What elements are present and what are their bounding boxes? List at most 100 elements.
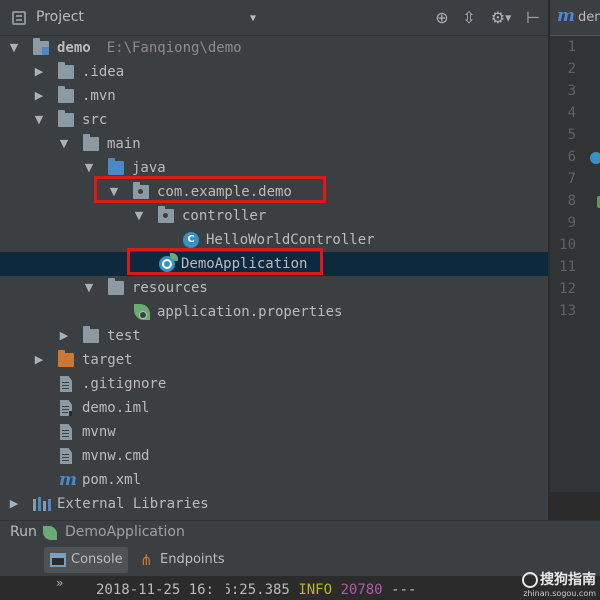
line-number: 3: [567, 83, 576, 99]
expand-output-icon[interactable]: »: [56, 576, 63, 590]
tab-label: Endpoints: [160, 552, 225, 567]
resources-folder-icon: [108, 278, 124, 295]
tree-item-mvnw-cmd[interactable]: mvnw.cmd: [0, 444, 548, 468]
collapsed-arrow-icon[interactable]: ▶: [57, 324, 71, 348]
tree-item-target[interactable]: ▶ target: [0, 348, 548, 372]
tree-item-label: test: [107, 328, 141, 344]
panel-toolbar: ⊕ ⇳ ⚙▼ ⊢: [430, 0, 548, 36]
line-number: 13: [559, 303, 576, 319]
tree-item-demo[interactable]: ▼ demo E:\Fanqiong\demo: [0, 36, 548, 60]
expanded-arrow-icon[interactable]: ▼: [82, 276, 96, 300]
expanded-arrow-icon[interactable]: ▼: [57, 132, 71, 156]
spring-properties-icon: [134, 304, 150, 320]
line-number: 9: [567, 215, 576, 231]
highlight-demoapplication-box: [127, 248, 323, 275]
endpoints-icon: ⋔: [140, 551, 153, 569]
locate-icon[interactable]: ⊕: [430, 6, 454, 30]
folder-icon: [58, 62, 74, 79]
folder-icon: [83, 326, 99, 343]
console-icon: [50, 553, 66, 567]
log-timestamp: 2018-11-25 16:16:25.385: [96, 582, 290, 598]
log-separator: ---: [391, 582, 417, 598]
run-configuration-name[interactable]: DemoApplication: [65, 524, 185, 540]
tree-item-pom-xml[interactable]: m pom.xml: [0, 468, 548, 492]
module-folder-icon: [33, 38, 49, 55]
collapsed-arrow-icon[interactable]: ▶: [32, 348, 46, 372]
tree-item-label: src: [82, 112, 108, 128]
view-dropdown-icon[interactable]: ▼: [250, 13, 256, 24]
text-file-icon: [60, 376, 72, 392]
tree-item-mvnw[interactable]: mvnw: [0, 420, 548, 444]
expanded-arrow-icon[interactable]: ▼: [32, 108, 46, 132]
tab-endpoints[interactable]: ⋔ Endpoints: [134, 547, 238, 573]
folder-icon: [58, 86, 74, 103]
tab-console[interactable]: Console: [44, 547, 128, 573]
tree-item-label: controller: [182, 208, 267, 224]
tree-item-demo-iml[interactable]: demo.iml: [0, 396, 548, 420]
watermark-url: zhinan.sogou.com: [523, 589, 596, 598]
settings-icon[interactable]: ⚙▼: [484, 6, 518, 30]
run-toolwindow-header: Run DemoApplication: [0, 520, 600, 544]
collapse-all-icon[interactable]: ⇳: [457, 6, 481, 30]
tree-item-mvn[interactable]: ▶ .mvn: [0, 84, 548, 108]
tree-item-main[interactable]: ▼ main: [0, 132, 548, 156]
maven-icon: m: [59, 470, 77, 490]
folder-icon: [83, 134, 99, 151]
tree-item-label: External Libraries: [57, 496, 209, 512]
tree-item-resources[interactable]: ▼ resources: [0, 276, 548, 300]
tree-item-label: application.properties: [157, 304, 343, 320]
tree-item-test[interactable]: ▶ test: [0, 324, 548, 348]
folder-icon: [58, 110, 74, 127]
log-pid: 20780: [340, 582, 383, 598]
editor-bottom: [550, 492, 600, 520]
tree-item-label: .gitignore: [82, 376, 167, 392]
package-icon: [158, 206, 174, 223]
project-icon: [12, 11, 26, 25]
text-file-icon: [60, 424, 72, 440]
tree-item-src[interactable]: ▼ src: [0, 108, 548, 132]
run-application-icon[interactable]: [590, 152, 600, 164]
project-tree: ▼ demo E:\Fanqiong\demo ▶ .idea ▶ .mvn ▼ …: [0, 36, 548, 520]
watermark-brand: 搜狗指南: [540, 572, 596, 588]
editor-tab-label: demo: [578, 10, 600, 25]
tree-item-label: resources: [132, 280, 208, 296]
tab-label: Console: [71, 552, 123, 567]
line-number: 8: [567, 193, 576, 209]
line-number: 10: [559, 237, 576, 253]
module-file-icon: [60, 400, 72, 416]
editor-tab[interactable]: m demo: [550, 0, 600, 36]
tree-item-label: .idea: [82, 64, 125, 80]
tree-item-application-properties[interactable]: application.properties: [0, 300, 548, 324]
tree-item-label: target: [82, 352, 133, 368]
module-path: E:\Fanqiong\demo: [106, 40, 242, 56]
run-tabs-bar: Console ⋔ Endpoints: [0, 544, 600, 576]
source-folder-icon: [108, 158, 124, 175]
collapsed-arrow-icon[interactable]: ▶: [32, 84, 46, 108]
tree-item-controller[interactable]: ▼ controller: [0, 204, 548, 228]
project-panel-header: Project ▼ ⊕ ⇳ ⚙▼ ⊢: [0, 0, 548, 36]
sogou-watermark: 搜狗指南 zhinan.sogou.com: [522, 569, 596, 598]
line-number: 5: [567, 127, 576, 143]
expanded-arrow-icon[interactable]: ▼: [132, 204, 146, 228]
tree-item-external-libraries[interactable]: ▶ External Libraries: [0, 492, 548, 516]
tree-item-label: demo: [57, 40, 91, 56]
line-number: 2: [567, 61, 576, 77]
line-number: 11: [559, 259, 576, 275]
tree-item-label: main: [107, 136, 141, 152]
expanded-arrow-icon[interactable]: ▼: [7, 36, 21, 60]
highlight-package-box: [94, 176, 326, 203]
run-label: Run: [10, 524, 37, 540]
project-panel-title[interactable]: Project: [36, 9, 84, 25]
line-number: 6: [567, 149, 576, 165]
line-number: 7: [567, 171, 576, 187]
tree-item-label: .mvn: [82, 88, 116, 104]
console-log-line: 2018-11-25 16:16:25.385 INFO 20780 ---: [96, 582, 416, 598]
excluded-folder-icon: [58, 350, 74, 367]
tree-item-gitignore[interactable]: .gitignore: [0, 372, 548, 396]
line-number: 4: [567, 105, 576, 121]
collapsed-arrow-icon[interactable]: ▶: [32, 60, 46, 84]
collapsed-arrow-icon[interactable]: ▶: [7, 492, 21, 516]
tree-item-idea[interactable]: ▶ .idea: [0, 60, 548, 84]
hide-panel-icon[interactable]: ⊢: [521, 6, 545, 30]
line-number: 1: [567, 39, 576, 55]
